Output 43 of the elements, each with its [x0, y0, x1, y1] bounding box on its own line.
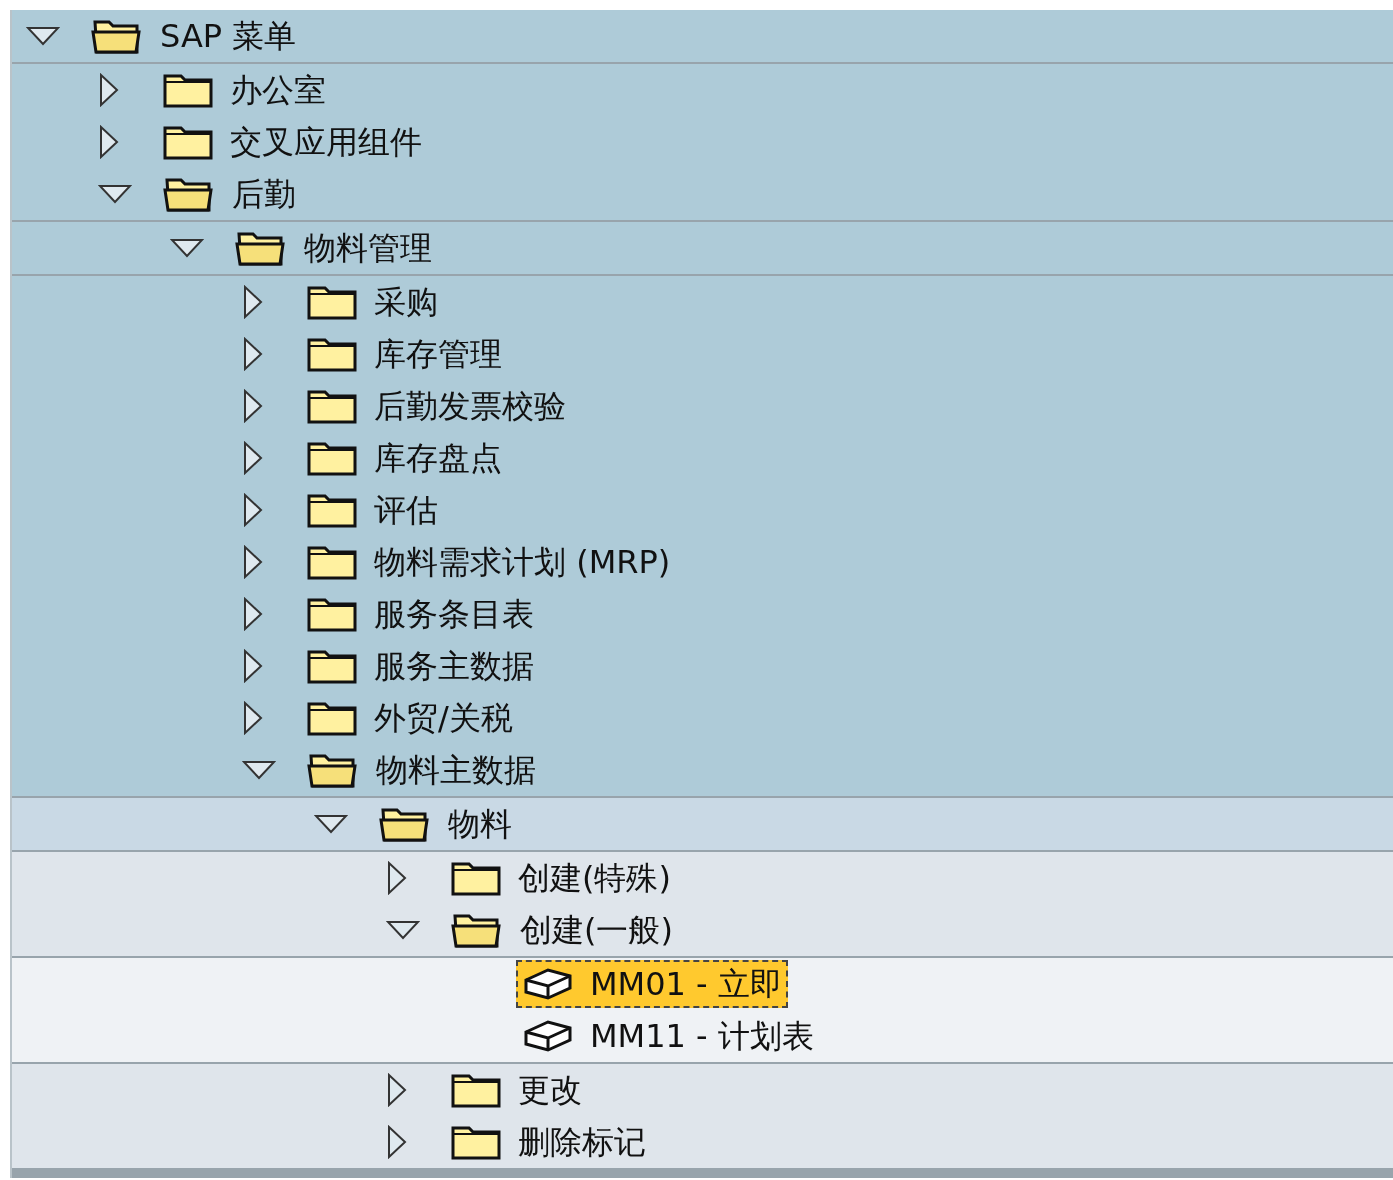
tree-item-label[interactable]: SAP 菜单	[160, 17, 297, 55]
collapse-triangle-icon[interactable]	[242, 759, 276, 781]
tree-item-label[interactable]: 办公室	[230, 71, 326, 109]
expand-triangle-icon[interactable]	[242, 441, 264, 475]
tree-item-label[interactable]: 外贸/关税	[374, 699, 513, 737]
collapse-triangle-icon[interactable]	[170, 237, 204, 259]
expand-triangle-icon[interactable]	[242, 701, 264, 735]
tree-item-label[interactable]: 库存盘点	[374, 439, 502, 477]
collapse-triangle-icon[interactable]	[386, 919, 420, 941]
tree-item-label[interactable]: 服务主数据	[374, 647, 534, 685]
tree-item-label[interactable]: 物料需求计划 (MRP)	[374, 543, 671, 581]
tree-item-label[interactable]: 服务条目表	[374, 595, 534, 633]
tree-item-label[interactable]: 后勤发票校验	[374, 387, 566, 425]
expand-triangle-icon[interactable]	[242, 337, 264, 371]
expand-triangle-icon[interactable]	[242, 545, 264, 579]
selection-highlight[interactable]: MM01 - 立即	[516, 960, 788, 1008]
tree-item-label[interactable]: 库存管理	[374, 335, 502, 373]
tree-item-label[interactable]: MM11 - 计划表	[590, 1017, 814, 1055]
expand-triangle-icon[interactable]	[386, 1125, 408, 1159]
tree-item-label[interactable]: 物料管理	[304, 229, 432, 267]
expand-triangle-icon[interactable]	[242, 389, 264, 423]
tree-item-label[interactable]: 后勤	[232, 175, 296, 213]
expand-triangle-icon[interactable]	[242, 285, 264, 319]
expand-triangle-icon[interactable]	[98, 73, 120, 107]
tree-item-label[interactable]: 创建(特殊)	[518, 859, 671, 897]
tree-item-label[interactable]: 创建(一般)	[520, 911, 673, 949]
tree-item-label[interactable]: 交叉应用组件	[230, 123, 422, 161]
expand-triangle-icon[interactable]	[242, 597, 264, 631]
tree-item-label[interactable]: MM01 - 立即	[590, 965, 782, 1003]
collapse-triangle-icon[interactable]	[26, 25, 60, 47]
tree-item-label[interactable]: 更改	[518, 1071, 582, 1109]
tree-item-label[interactable]: 物料主数据	[376, 751, 536, 789]
collapse-triangle-icon[interactable]	[98, 183, 132, 205]
tree-item-label[interactable]: 评估	[374, 491, 438, 529]
collapse-triangle-icon[interactable]	[314, 813, 348, 835]
expand-triangle-icon[interactable]	[98, 125, 120, 159]
expand-triangle-icon[interactable]	[242, 493, 264, 527]
tree-item-label[interactable]: 物料	[448, 805, 512, 843]
expand-triangle-icon[interactable]	[386, 1073, 408, 1107]
expand-triangle-icon[interactable]	[242, 649, 264, 683]
tree-item-label[interactable]: 删除标记	[518, 1123, 646, 1161]
tree-item-label[interactable]: 采购	[374, 283, 438, 321]
expand-triangle-icon[interactable]	[386, 861, 408, 895]
